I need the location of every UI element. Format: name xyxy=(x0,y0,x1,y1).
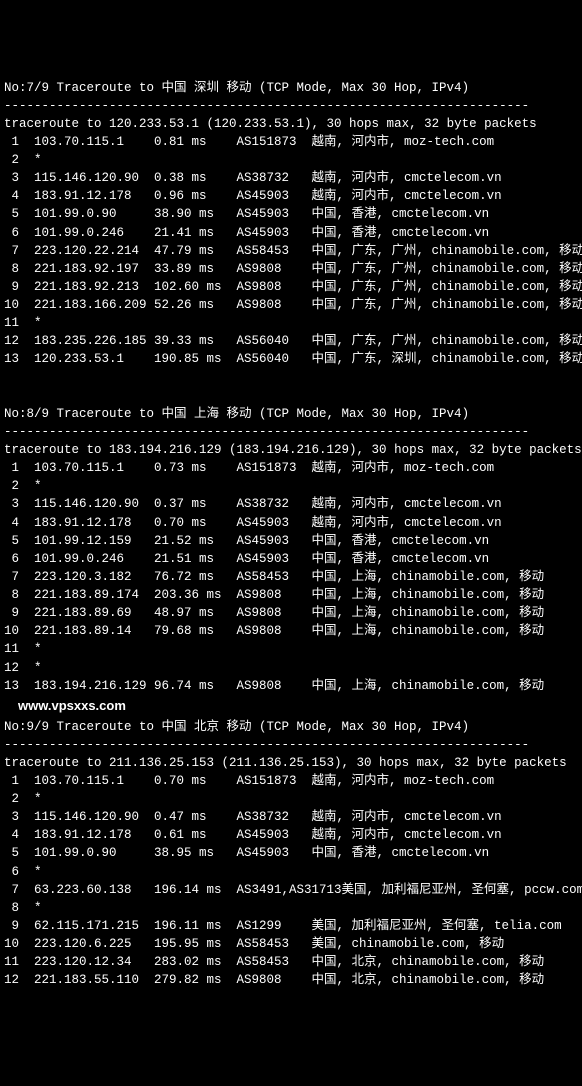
hop-row: 8 221.183.89.174 203.36 ms AS9808 中国, 上海… xyxy=(4,586,578,604)
hop-row: 12 * xyxy=(4,659,578,677)
hop-row: 4 183.91.12.178 0.61 ms AS45903 越南, 河内市,… xyxy=(4,826,578,844)
hop-row: 10 223.120.6.225 195.95 ms AS58453 美国, c… xyxy=(4,935,578,953)
blank-line xyxy=(4,369,578,387)
hop-row: 6 * xyxy=(4,863,578,881)
hop-row: 9 221.183.89.69 48.97 ms AS9808 中国, 上海, … xyxy=(4,604,578,622)
trace-summary: traceroute to 120.233.53.1 (120.233.53.1… xyxy=(4,115,578,133)
trace-summary: traceroute to 211.136.25.153 (211.136.25… xyxy=(4,754,578,772)
hop-row: 1 103.70.115.1 0.81 ms AS151873 越南, 河内市,… xyxy=(4,133,578,151)
hop-row: 3 115.146.120.90 0.38 ms AS38732 越南, 河内市… xyxy=(4,169,578,187)
hop-row: 11 223.120.12.34 283.02 ms AS58453 中国, 北… xyxy=(4,953,578,971)
divider: ----------------------------------------… xyxy=(4,736,578,754)
hop-row: 6 101.99.0.246 21.41 ms AS45903 中国, 香港, … xyxy=(4,224,578,242)
hop-row: 7 223.120.3.182 76.72 ms AS58453 中国, 上海,… xyxy=(4,568,578,586)
hop-row: 1 103.70.115.1 0.73 ms AS151873 越南, 河内市,… xyxy=(4,459,578,477)
hop-row: 12 221.183.55.110 279.82 ms AS9808 中国, 北… xyxy=(4,971,578,989)
hop-row: 7 63.223.60.138 196.14 ms AS3491,AS31713… xyxy=(4,881,578,899)
hop-row: 9 221.183.92.213 102.60 ms AS9808 中国, 广东… xyxy=(4,278,578,296)
hop-row: 5 101.99.0.90 38.95 ms AS45903 中国, 香港, c… xyxy=(4,844,578,862)
hop-row: 10 221.183.89.14 79.68 ms AS9808 中国, 上海,… xyxy=(4,622,578,640)
trace-header: No:7/9 Traceroute to 中国 深圳 移动 (TCP Mode,… xyxy=(4,79,578,97)
hop-row: 2 * xyxy=(4,151,578,169)
trace-header: No:8/9 Traceroute to 中国 上海 移动 (TCP Mode,… xyxy=(4,405,578,423)
hop-row: 10 221.183.166.209 52.26 ms AS9808 中国, 广… xyxy=(4,296,578,314)
hop-row: 7 223.120.22.214 47.79 ms AS58453 中国, 广东… xyxy=(4,242,578,260)
hop-row: 2 * xyxy=(4,790,578,808)
hop-row: 8 221.183.92.197 33.89 ms AS9808 中国, 广东,… xyxy=(4,260,578,278)
hop-row: 11 * xyxy=(4,314,578,332)
terminal-output: No:7/9 Traceroute to 中国 深圳 移动 (TCP Mode,… xyxy=(4,79,578,990)
hop-row: 12 183.235.226.185 39.33 ms AS56040 中国, … xyxy=(4,332,578,350)
hop-row: 6 101.99.0.246 21.51 ms AS45903 中国, 香港, … xyxy=(4,550,578,568)
hop-row: 4 183.91.12.178 0.96 ms AS45903 越南, 河内市,… xyxy=(4,187,578,205)
hop-row: 3 115.146.120.90 0.37 ms AS38732 越南, 河内市… xyxy=(4,495,578,513)
divider: ----------------------------------------… xyxy=(4,97,578,115)
hop-row: 9 62.115.171.215 196.11 ms AS1299 美国, 加利… xyxy=(4,917,578,935)
blank-line xyxy=(4,387,578,405)
hop-row: 13 120.233.53.1 190.85 ms AS56040 中国, 广东… xyxy=(4,350,578,368)
trace-header: No:9/9 Traceroute to 中国 北京 移动 (TCP Mode,… xyxy=(4,718,578,736)
hop-row: 4 183.91.12.178 0.70 ms AS45903 越南, 河内市,… xyxy=(4,514,578,532)
hop-row: 5 101.99.0.90 38.90 ms AS45903 中国, 香港, c… xyxy=(4,205,578,223)
hop-row: 8 * xyxy=(4,899,578,917)
hop-row: 2 * xyxy=(4,477,578,495)
hop-row: 1 103.70.115.1 0.70 ms AS151873 越南, 河内市,… xyxy=(4,772,578,790)
hop-row: 3 115.146.120.90 0.47 ms AS38732 越南, 河内市… xyxy=(4,808,578,826)
divider: ----------------------------------------… xyxy=(4,423,578,441)
trace-summary: traceroute to 183.194.216.129 (183.194.2… xyxy=(4,441,578,459)
watermark: www.vpsxxs.com xyxy=(4,697,578,716)
hop-row: 11 * xyxy=(4,640,578,658)
hop-row: 5 101.99.12.159 21.52 ms AS45903 中国, 香港,… xyxy=(4,532,578,550)
hop-row: 13 183.194.216.129 96.74 ms AS9808 中国, 上… xyxy=(4,677,578,695)
